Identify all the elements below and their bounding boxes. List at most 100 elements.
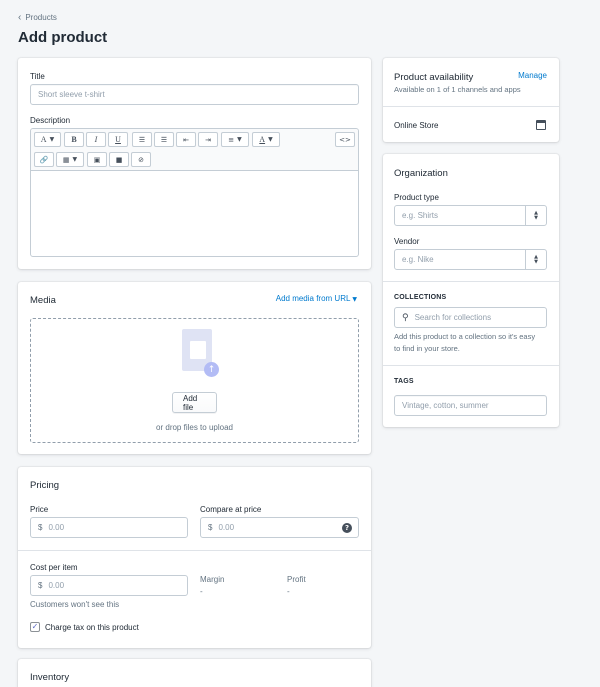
align-dropdown[interactable]: ≡ ▼ bbox=[221, 132, 249, 147]
outdent-button[interactable]: ⇤ bbox=[176, 132, 196, 147]
insert-table-dropdown[interactable]: ▦ ▼ bbox=[56, 152, 84, 167]
bold-button[interactable]: B bbox=[64, 132, 84, 147]
online-store-channel: Online Store bbox=[394, 121, 439, 130]
text-color-dropdown[interactable]: A ▼ bbox=[252, 132, 280, 147]
price-field[interactable]: $ bbox=[30, 517, 188, 538]
insert-video-button[interactable]: ■ bbox=[109, 152, 129, 167]
link-icon: 🔗 bbox=[39, 155, 49, 164]
cost-input[interactable] bbox=[48, 581, 180, 590]
font-format-dropdown[interactable]: A ▼ bbox=[34, 132, 61, 147]
underline-button[interactable]: U bbox=[108, 132, 128, 147]
currency-symbol: $ bbox=[38, 581, 43, 590]
availability-heading: Product availability bbox=[394, 72, 474, 83]
add-file-label: Add file bbox=[183, 393, 198, 412]
align-left-icon: ≡ bbox=[228, 135, 235, 144]
organization-heading: Organization bbox=[394, 168, 448, 179]
title-label: Title bbox=[30, 72, 45, 81]
currency-symbol: $ bbox=[208, 523, 213, 532]
charge-tax-checkbox[interactable]: ✓ bbox=[30, 622, 40, 632]
pricing-card: Pricing Price $ Compare at price $ ? Cos… bbox=[18, 467, 371, 648]
currency-symbol: $ bbox=[38, 523, 43, 532]
clear-format-button[interactable]: ⊘ bbox=[131, 152, 151, 167]
editor-toolbar: A ▼ B I U ☰ ☰ ⇤ ⇥ ≡ ▼ A ▼ <> 🔗 ▦ ▼ ▣ ■ ⊘ bbox=[31, 129, 358, 171]
collections-help-line-2: to find in your store. bbox=[394, 344, 460, 353]
search-icon: ⚲ bbox=[402, 312, 409, 323]
profit-label: Profit bbox=[287, 575, 306, 584]
cost-help-text: Customers won't see this bbox=[30, 600, 120, 609]
bullet-list-button[interactable]: ☰ bbox=[132, 132, 152, 147]
collections-search-input[interactable] bbox=[414, 313, 539, 322]
drop-hint: or drop files to upload bbox=[156, 423, 233, 432]
add-media-url-label: Add media from URL bbox=[275, 294, 351, 303]
description-editor: A ▼ B I U ☰ ☰ ⇤ ⇥ ≡ ▼ A ▼ <> 🔗 ▦ ▼ ▣ ■ ⊘ bbox=[30, 128, 359, 257]
font-button-label: A bbox=[40, 135, 47, 144]
margin-value: - bbox=[200, 587, 203, 596]
cost-field[interactable]: $ bbox=[30, 575, 188, 596]
caret-down-icon: ▼ bbox=[72, 156, 78, 163]
html-toggle-button[interactable]: <> bbox=[335, 132, 355, 147]
inventory-heading: Inventory bbox=[30, 672, 70, 683]
insert-image-button[interactable]: ▣ bbox=[87, 152, 107, 167]
page-title: Add product bbox=[18, 29, 108, 46]
bullet-list-icon: ☰ bbox=[138, 135, 146, 144]
manage-link[interactable]: Manage bbox=[518, 71, 547, 80]
indent-icon: ⇥ bbox=[205, 135, 211, 144]
numbered-list-button[interactable]: ☰ bbox=[154, 132, 174, 147]
code-icon: <> bbox=[339, 135, 351, 144]
vendor-label: Vendor bbox=[394, 237, 420, 246]
collections-heading: COLLECTIONS bbox=[394, 294, 447, 301]
price-input[interactable] bbox=[48, 523, 180, 532]
organization-card: Organization Product type e.g. Shirts ▲ ▼… bbox=[383, 154, 559, 427]
upload-image-icon: ↑ bbox=[179, 327, 221, 379]
charge-tax-label: Charge tax on this product bbox=[45, 623, 139, 632]
image-icon: ▣ bbox=[93, 155, 101, 164]
margin-label: Margin bbox=[200, 575, 225, 584]
breadcrumb[interactable]: ‹ Products bbox=[18, 11, 57, 23]
caret-down-icon: ▼ bbox=[49, 136, 55, 143]
checkmark-icon: ✓ bbox=[31, 622, 39, 631]
organization-divider-2 bbox=[383, 365, 559, 366]
add-media-url-link[interactable]: Add media from URL ▼ bbox=[276, 294, 357, 303]
help-icon[interactable]: ? bbox=[342, 523, 352, 533]
clear-format-icon: ⊘ bbox=[138, 155, 144, 164]
insert-link-button[interactable]: 🔗 bbox=[34, 152, 54, 167]
indent-button[interactable]: ⇥ bbox=[198, 132, 218, 147]
bold-label: B bbox=[71, 135, 77, 144]
numbered-list-icon: ☰ bbox=[160, 135, 168, 144]
product-type-select[interactable]: e.g. Shirts ▲ ▼ bbox=[394, 205, 547, 226]
price-label: Price bbox=[30, 505, 49, 514]
caret-down-icon: ▼ bbox=[352, 296, 357, 303]
add-file-button[interactable]: Add file bbox=[172, 392, 217, 413]
outdent-icon: ⇤ bbox=[183, 135, 189, 144]
title-input[interactable] bbox=[30, 84, 359, 105]
organization-divider-1 bbox=[383, 281, 559, 282]
product-type-label: Product type bbox=[394, 193, 439, 202]
description-label: Description bbox=[30, 116, 71, 125]
select-arrows-icon: ▲ ▼ bbox=[525, 250, 546, 269]
collections-help-line-1: Add this product to a collection so it's… bbox=[394, 332, 536, 341]
availability-divider bbox=[383, 106, 559, 107]
caret-down-icon: ▼ bbox=[268, 136, 273, 143]
inventory-card: Inventory bbox=[18, 659, 371, 687]
italic-label: I bbox=[94, 135, 98, 144]
vendor-select[interactable]: e.g. Nike ▲ ▼ bbox=[394, 249, 547, 270]
pricing-heading: Pricing bbox=[30, 480, 60, 491]
title-description-card: Title Description A▼ B I U ☰ ☰ ⇤ ⇥ ≡▼ A▼… bbox=[18, 58, 371, 269]
compare-price-field[interactable]: $ bbox=[200, 517, 359, 538]
media-heading: Media bbox=[30, 295, 56, 306]
select-arrows-icon: ▲ ▼ bbox=[525, 206, 546, 225]
profit-value: - bbox=[287, 587, 290, 596]
compare-price-input[interactable] bbox=[218, 523, 351, 532]
tags-input[interactable] bbox=[394, 395, 547, 416]
availability-card: Product availability Manage Available on… bbox=[383, 58, 559, 142]
video-icon: ■ bbox=[115, 155, 123, 164]
italic-button[interactable]: I bbox=[86, 132, 106, 147]
chevron-left-icon: ‹ bbox=[18, 11, 22, 23]
pricing-divider bbox=[18, 550, 371, 551]
media-dropzone[interactable]: ↑ Add file or drop files to upload bbox=[30, 318, 359, 443]
collections-search-field[interactable]: ⚲ bbox=[394, 307, 547, 328]
calendar-icon[interactable] bbox=[536, 120, 546, 130]
description-textarea[interactable] bbox=[31, 171, 358, 257]
product-type-placeholder: e.g. Shirts bbox=[402, 211, 439, 220]
availability-subtext: Available on 1 of 1 channels and apps bbox=[394, 85, 521, 94]
